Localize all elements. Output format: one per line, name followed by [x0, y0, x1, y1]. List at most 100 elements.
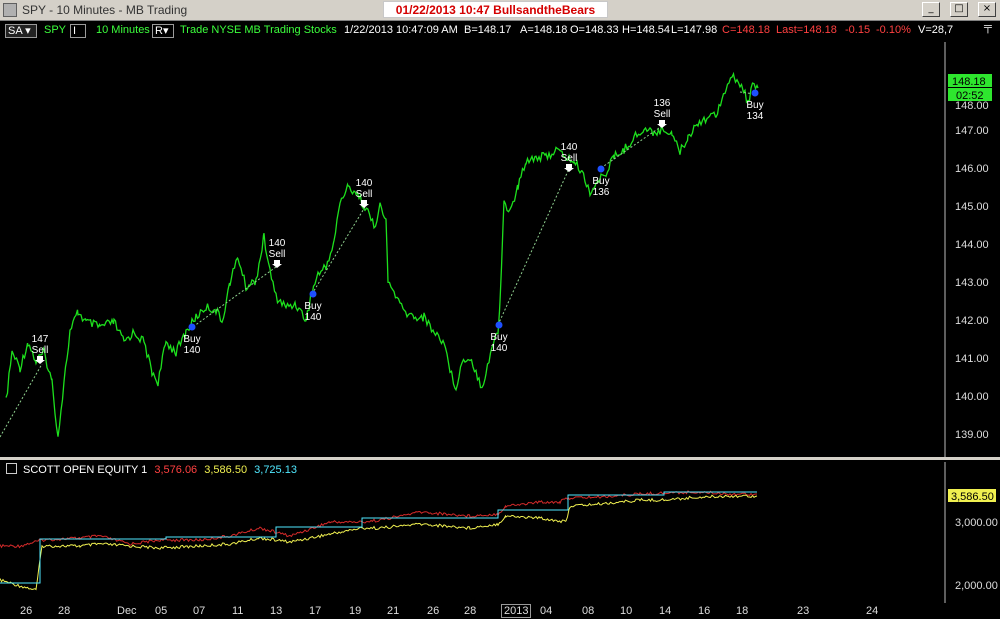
sell-arrow-icon: [564, 164, 574, 172]
trade-signal-buy[interactable]: Buy140: [490, 321, 508, 355]
sell-arrow-icon: [272, 260, 282, 268]
price-axis-label: 146.00: [955, 163, 989, 175]
template-dropdown[interactable]: SA ▾: [5, 24, 37, 38]
time-axis-label: 08: [582, 605, 595, 617]
last-price-tag: 148.18: [948, 74, 992, 88]
price-axis-label: 140.00: [955, 391, 989, 403]
time-axis-label: 05: [155, 605, 168, 617]
equity-yellow-line: [0, 494, 758, 591]
time-axis-label: 11: [232, 605, 244, 617]
symbol-label[interactable]: SPY: [44, 24, 66, 36]
equity-axis-label: 3,000.00: [955, 517, 998, 529]
time-axis-label: 19: [349, 605, 362, 617]
equity-value-cyan: 3,725.13: [254, 464, 297, 476]
signal-side-label: Sell: [32, 345, 49, 356]
signal-qty-label: 140: [305, 312, 322, 323]
price-axis-label: 147.00: [955, 125, 989, 137]
trade-signal-buy[interactable]: Buy136: [592, 165, 610, 199]
trade-signal-sell[interactable]: 140Sell: [561, 142, 578, 172]
signal-side-label: Buy: [490, 332, 507, 343]
price-chart[interactable]: 147SellBuy140140SellBuy140140SellBuy1401…: [0, 42, 1000, 457]
quote-change: -0.15: [845, 24, 871, 36]
signal-qty-label: 136: [593, 187, 610, 198]
window-title: SPY - 10 Minutes - MB Trading: [22, 3, 188, 17]
panel-collapse-icon[interactable]: [6, 463, 17, 474]
buy-marker-icon: [751, 89, 759, 97]
trade-connector-line: [0, 363, 43, 438]
buy-marker-icon: [309, 290, 317, 298]
template-label: SA: [8, 25, 23, 37]
time-axis-label: 07: [193, 605, 206, 617]
signal-side-label: Sell: [269, 249, 286, 260]
trade-signal-buy[interactable]: Buy140: [304, 290, 322, 324]
signal-side-label: Sell: [356, 189, 373, 200]
range-dropdown[interactable]: R▾: [152, 24, 174, 38]
close-button[interactable]: ×: [978, 2, 996, 17]
trade-connector-line: [189, 266, 277, 330]
time-axis-label: 26: [427, 605, 440, 617]
interval-label[interactable]: 10 Minutes: [96, 24, 150, 36]
sell-arrow-icon: [359, 200, 369, 208]
feed-info: Trade NYSE MB Trading Stocks: [180, 24, 337, 36]
price-axis-label: 143.00: [955, 277, 989, 289]
trade-signal-buy[interactable]: Buy134: [746, 89, 764, 123]
time-axis-label: 04: [540, 605, 553, 617]
quote-volume: V=28,7: [918, 24, 954, 36]
price-series-line: [5, 71, 759, 437]
price-axis-label: 141.00: [955, 353, 989, 365]
trade-signal-sell[interactable]: 140Sell: [269, 238, 286, 268]
last-price-tag-text: 148.18: [952, 76, 986, 88]
date-stamp-banner: 01/22/2013 10:47 BullsandtheBears: [383, 1, 608, 18]
time-axis-label: 24: [866, 605, 879, 617]
quote-change-pct: -0.10%: [876, 24, 911, 36]
price-axis-label: 142.00: [955, 315, 989, 327]
quote-ask: A=148.18: [520, 24, 568, 36]
signal-side-label: Sell: [561, 153, 578, 164]
signal-side-label: Buy: [592, 176, 609, 187]
chart-app-icon[interactable]: [3, 3, 17, 17]
time-axis-label: 18: [736, 605, 749, 617]
quote-low: L=147.98: [671, 24, 718, 36]
time-axis-label: Dec: [117, 605, 137, 617]
time-axis-label: 28: [464, 605, 477, 617]
signal-qty-label: 140: [561, 142, 578, 153]
signal-qty-label: 136: [654, 98, 671, 109]
signal-qty-label: 140: [491, 343, 508, 354]
time-axis-label: 21: [387, 605, 400, 617]
pane-splitter[interactable]: [0, 457, 1000, 460]
quote-high: H=148.54: [622, 24, 671, 36]
indicator-name[interactable]: SCOTT OPEN EQUITY 1: [23, 464, 147, 476]
signal-side-label: Buy: [746, 100, 763, 111]
equity-axis-label: 2,000.00: [955, 580, 998, 592]
trade-connector-line: [497, 170, 569, 326]
time-axis-label: 17: [309, 605, 322, 617]
signal-side-label: Sell: [654, 109, 671, 120]
equity-value-yellow: 3,586.50: [204, 464, 248, 476]
buy-marker-icon: [495, 321, 503, 329]
equity-chart[interactable]: 3,586.50: [0, 462, 1000, 603]
equity-panel-header: SCOTT OPEN EQUITY 1 3,576.06 3,586.50 3,…: [6, 463, 297, 476]
time-axis-label: 13: [270, 605, 283, 617]
signal-qty-label: 140: [184, 345, 201, 356]
quote-open: O=148.33: [570, 24, 619, 36]
maximize-button[interactable]: □: [950, 2, 968, 17]
trade-signal-sell[interactable]: 140Sell: [356, 178, 373, 208]
trade-connector-line: [311, 206, 366, 295]
time-axis-year-label: 2013: [501, 604, 532, 618]
signal-qty-label: 147: [32, 334, 49, 345]
trade-signal-sell[interactable]: 136Sell: [654, 98, 671, 128]
signal-side-label: Buy: [183, 334, 200, 345]
time-axis-label: 26: [20, 605, 33, 617]
symbol-info-button[interactable]: I: [70, 24, 86, 38]
time-axis: 26 28 Dec 05 07 11 13 17 19 21 26 28 201…: [0, 603, 1000, 619]
pin-icon[interactable]: ╤: [984, 21, 992, 33]
quote-toolbar: SA ▾ SPY I 10 Minutes R▾ Trade NYSE MB T…: [0, 21, 1000, 41]
time-axis-label: 14: [659, 605, 672, 617]
trade-signal-buy[interactable]: Buy140: [183, 323, 201, 357]
minimize-button[interactable]: _: [922, 2, 940, 17]
time-axis-label: 28: [58, 605, 71, 617]
time-axis-label: 16: [698, 605, 711, 617]
equity-value-red: 3,576.06: [154, 464, 198, 476]
price-axis-label: 139.00: [955, 429, 989, 441]
signal-qty-label: 134: [747, 111, 764, 122]
